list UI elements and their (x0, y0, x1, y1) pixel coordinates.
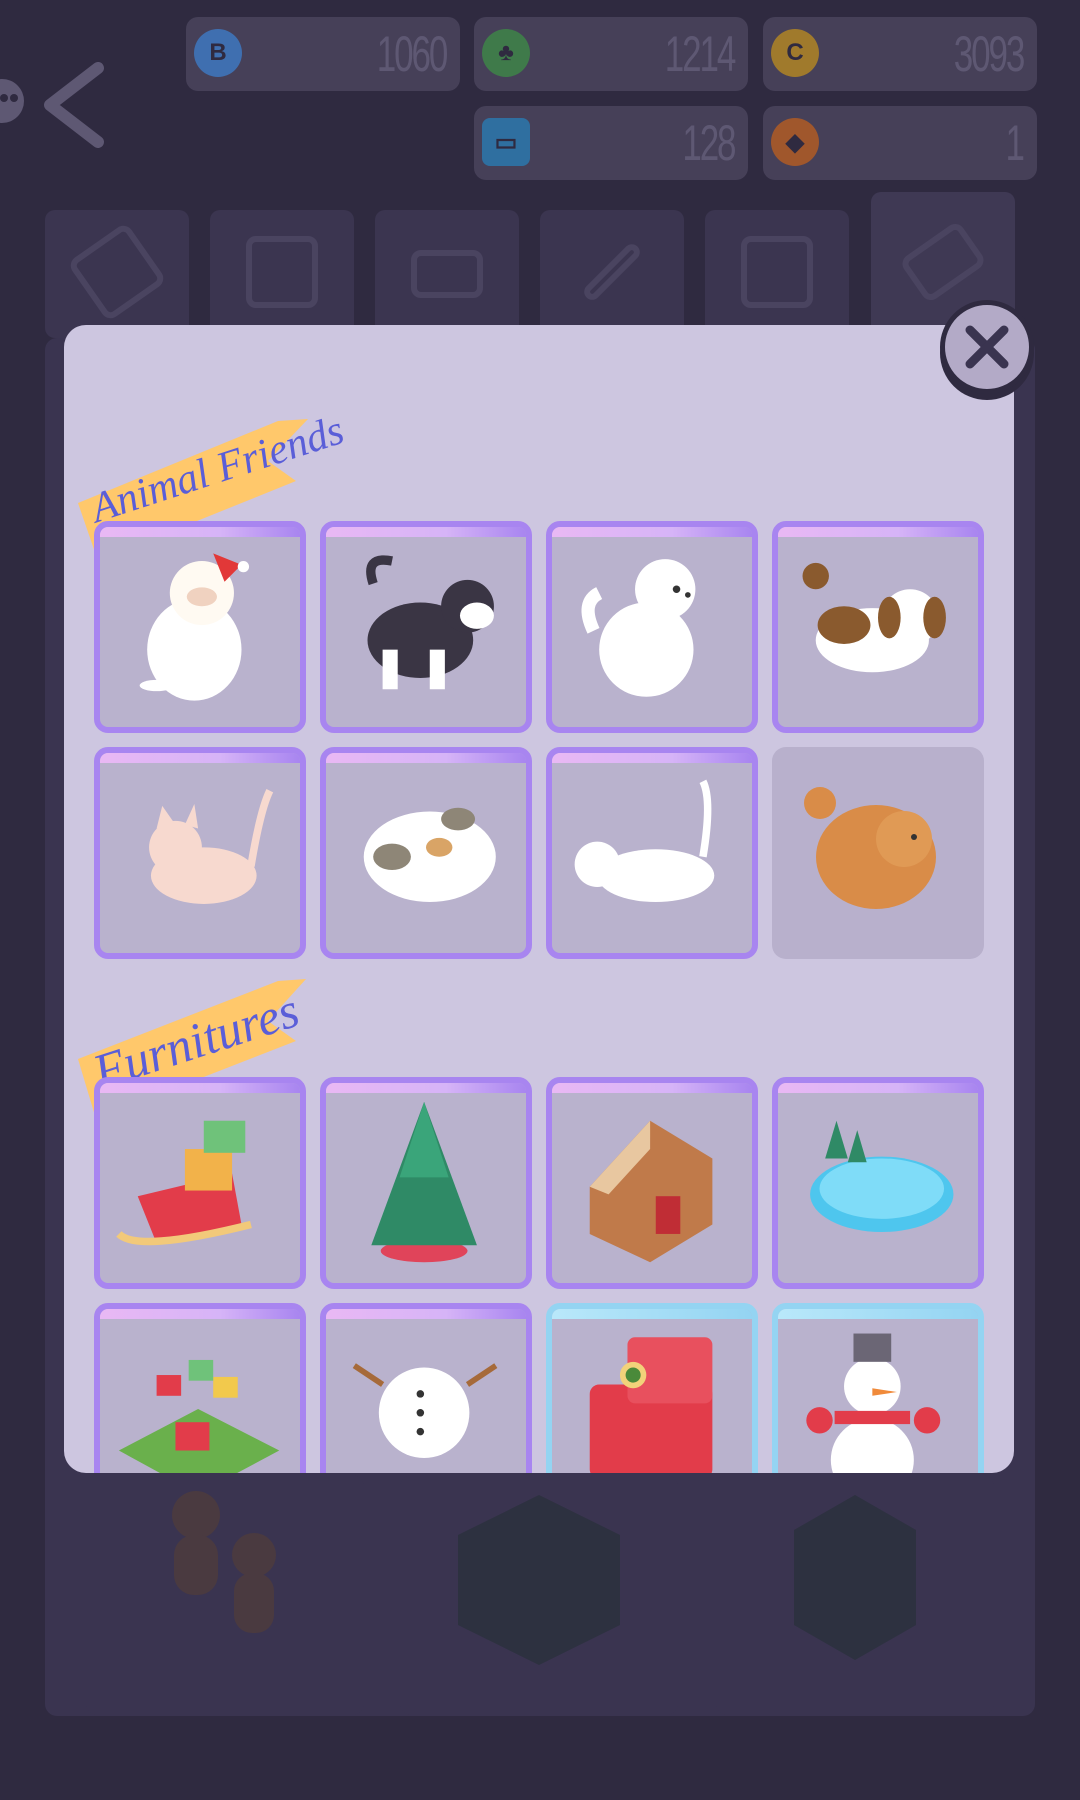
currency-value: 1 (1005, 115, 1025, 171)
tab-sofa[interactable] (375, 210, 519, 338)
ice-rink-icon (810, 1120, 954, 1233)
sphynx-cat-icon (149, 789, 274, 904)
furniture-card-gingerbread-house[interactable] (546, 1077, 758, 1289)
currency-value: 3093 (953, 26, 1026, 82)
close-button[interactable] (940, 300, 1034, 394)
furniture-card-christmas-tree[interactable] (320, 1077, 532, 1289)
pomeranian-icon (804, 787, 936, 909)
husky-icon (366, 555, 494, 690)
tag-icon (66, 221, 168, 323)
animal-card-pomeranian[interactable] (772, 747, 984, 959)
currency-value: 1060 (376, 26, 449, 82)
gold-coin-icon: C (771, 29, 819, 77)
sleigh-icon (116, 1120, 252, 1246)
ragdoll-cat-icon (139, 553, 250, 701)
currency-value: 1214 (664, 26, 737, 82)
mystery-box-icon (458, 1495, 620, 1665)
animal-card-husky[interactable] (320, 521, 532, 733)
gingerbread-man-icon (172, 1491, 276, 1633)
ticket-icon: ▭ (482, 118, 530, 166)
tab-slot-machine[interactable] (705, 210, 849, 338)
shih-tzu-icon (802, 562, 946, 673)
tab-tag[interactable] (45, 210, 189, 338)
clover-icon: ♣ (482, 29, 530, 77)
bg-item-box-2 (716, 1475, 994, 1715)
mascot-icon (0, 79, 24, 123)
currency-value: 128 (681, 115, 736, 171)
animal-card-ragdoll-cat[interactable] (94, 521, 306, 733)
back-arrow-icon[interactable] (40, 62, 110, 148)
close-icon (965, 325, 1009, 369)
animal-card-samoyed[interactable] (546, 521, 758, 733)
blue-coin-icon: B (194, 29, 242, 77)
animal-card-sphynx-cat[interactable] (94, 747, 306, 959)
mystery-box-icon (794, 1495, 916, 1660)
furniture-card-ice-rink[interactable] (772, 1077, 984, 1289)
currency-clover: ♣ 1214 (474, 17, 748, 91)
gingerbread-house-icon (589, 1120, 713, 1263)
gem-icon: ◆ (771, 118, 819, 166)
currency-ticket: ▭ 128 (474, 106, 748, 180)
animal-card-white-cat[interactable] (546, 747, 758, 959)
slot-machine-icon (741, 236, 813, 308)
animal-card-shih-tzu[interactable] (772, 521, 984, 733)
coupon-icon (898, 220, 988, 304)
furniture-card-snowman-body[interactable] (320, 1303, 532, 1473)
furniture-card-gift-garden[interactable] (94, 1303, 306, 1473)
furniture-card-sleigh[interactable] (94, 1077, 306, 1289)
samoyed-icon (581, 559, 696, 697)
tab-magic-wand[interactable] (540, 210, 684, 338)
animal-card-calico-cat[interactable] (320, 747, 532, 959)
snowman-icon (806, 1333, 941, 1473)
calico-cat-icon (363, 807, 496, 903)
gift-garden-icon (118, 1359, 280, 1473)
bg-item-box-1 (400, 1475, 678, 1715)
armchair-icon (589, 1337, 713, 1473)
currency-coin-blue: B 1060 (186, 17, 460, 91)
bag-icon (246, 236, 318, 308)
sofa-icon (411, 250, 483, 298)
tab-shop-bag[interactable] (210, 210, 354, 338)
item-preview-modal: Animal Friends Furnitures (64, 325, 1014, 1473)
furniture-card-christmas-armchair[interactable] (546, 1303, 758, 1473)
currency-coin-gold: C 3093 (763, 17, 1037, 91)
snowman-body-icon (352, 1363, 498, 1459)
currency-gem: ◆ 1 (763, 106, 1037, 180)
wand-icon (580, 240, 644, 304)
white-cat-icon (574, 779, 715, 903)
christmas-tree-icon (371, 1101, 477, 1263)
furniture-card-snowman[interactable] (772, 1303, 984, 1473)
bg-item-gingerbread (86, 1475, 364, 1715)
